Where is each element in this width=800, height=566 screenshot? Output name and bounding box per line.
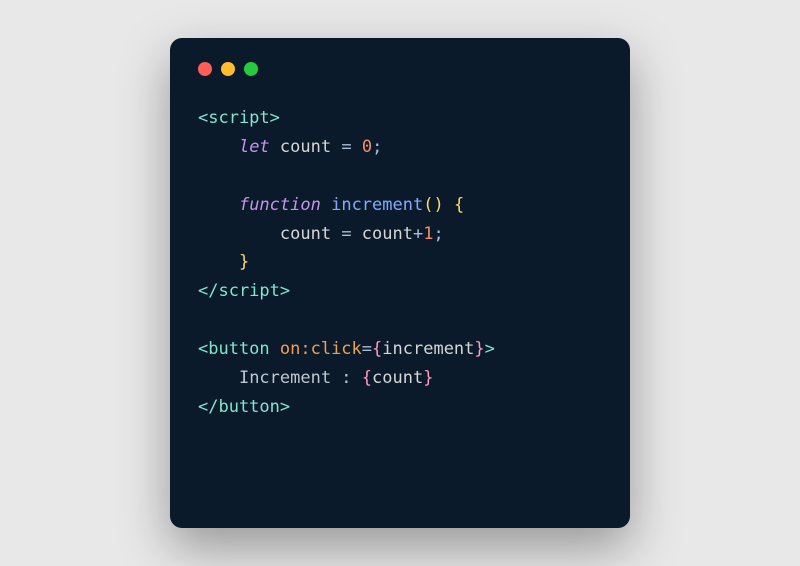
attribute: on:click bbox=[280, 339, 362, 359]
tag-close-script: </script> bbox=[198, 281, 290, 301]
number: 1 bbox=[423, 224, 433, 244]
operator-eq: = bbox=[341, 137, 351, 157]
indent bbox=[198, 224, 280, 244]
indent bbox=[198, 252, 239, 272]
minimize-icon[interactable] bbox=[221, 62, 235, 76]
keyword-function: function bbox=[239, 195, 321, 215]
code-window: <script> let count = 0; function increme… bbox=[170, 38, 630, 528]
operator-eq: = bbox=[341, 224, 351, 244]
code-block: <script> let count = 0; function increme… bbox=[198, 104, 602, 422]
identifier: increment bbox=[382, 339, 474, 359]
tag-close-button: </button> bbox=[198, 397, 290, 417]
function-name: increment bbox=[331, 195, 423, 215]
tag-open-script: <script> bbox=[198, 108, 280, 128]
indent bbox=[198, 368, 239, 388]
parens: () bbox=[423, 195, 443, 215]
brace-close: } bbox=[423, 368, 433, 388]
semicolon: ; bbox=[433, 224, 443, 244]
identifier: count bbox=[280, 224, 341, 244]
brace-open: { bbox=[372, 339, 382, 359]
maximize-icon[interactable] bbox=[244, 62, 258, 76]
number: 0 bbox=[362, 137, 372, 157]
tag-open-button: <button bbox=[198, 339, 280, 359]
brace-open: { bbox=[454, 195, 464, 215]
tag-close-angle: > bbox=[485, 339, 495, 359]
identifier: count bbox=[270, 137, 342, 157]
brace-open: { bbox=[362, 368, 372, 388]
operator-eq: = bbox=[362, 339, 372, 359]
identifier: count bbox=[352, 224, 413, 244]
identifier: count bbox=[372, 368, 423, 388]
operator-plus: + bbox=[413, 224, 423, 244]
space bbox=[444, 195, 454, 215]
keyword-let: let bbox=[239, 137, 270, 157]
semicolon: ; bbox=[372, 137, 382, 157]
close-icon[interactable] bbox=[198, 62, 212, 76]
space bbox=[352, 137, 362, 157]
brace-close: } bbox=[474, 339, 484, 359]
text-content: Increment : bbox=[239, 368, 362, 388]
space bbox=[321, 195, 331, 215]
brace-close: } bbox=[239, 252, 249, 272]
window-controls bbox=[198, 62, 602, 76]
indent bbox=[198, 195, 239, 215]
indent bbox=[198, 137, 239, 157]
